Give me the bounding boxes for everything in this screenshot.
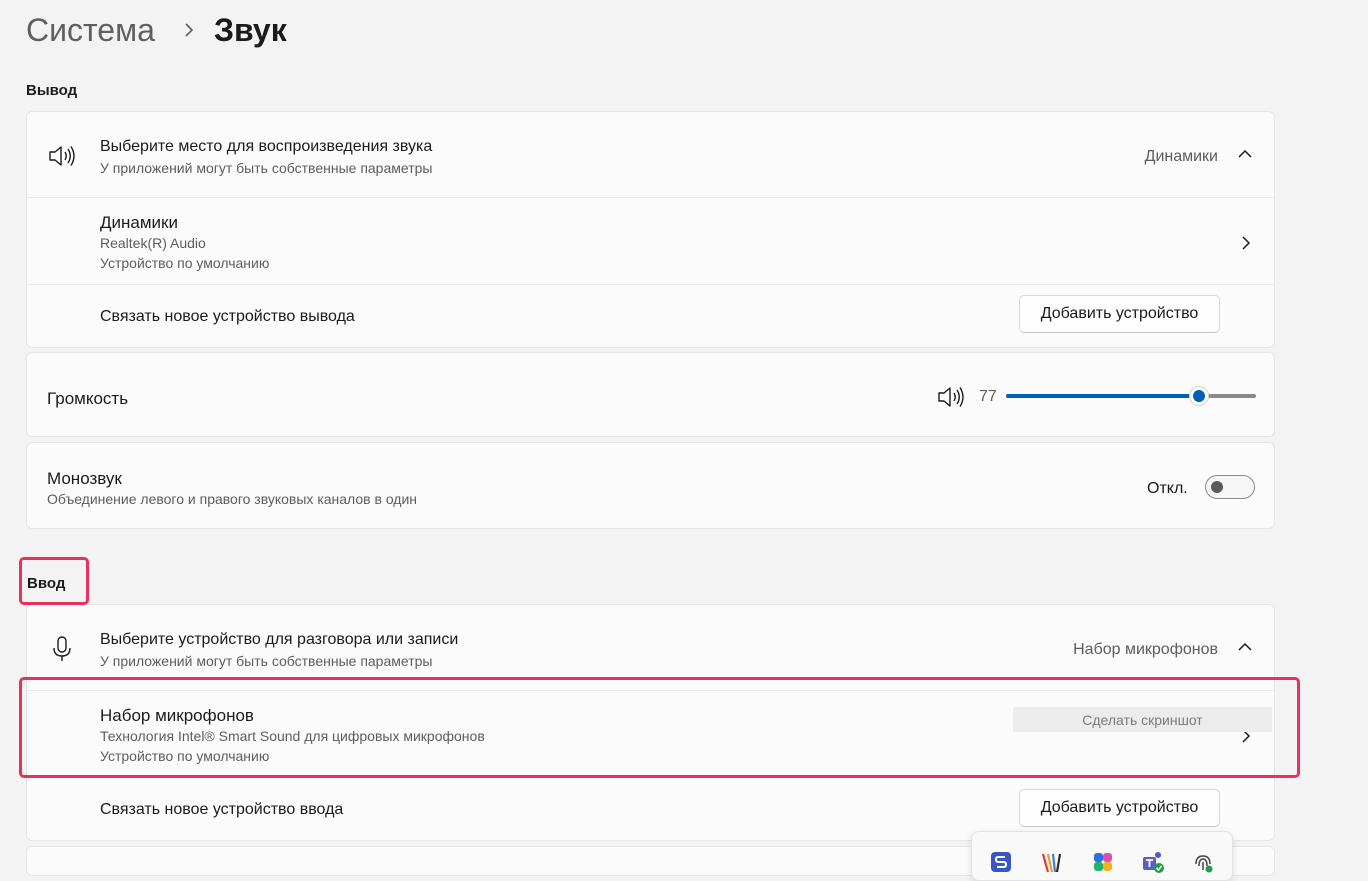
volume-label: Громкость bbox=[47, 389, 129, 408]
mono-toggle[interactable] bbox=[1205, 475, 1255, 499]
output-pair-row: Связать новое устройство вывода Добавить… bbox=[27, 285, 1274, 348]
output-choose-title: Выберите место для воспроизведения звука bbox=[100, 138, 433, 155]
mono-subtitle: Объединение левого и правого звуковых ка… bbox=[47, 491, 418, 507]
output-selected-device: Динамики bbox=[1144, 148, 1218, 165]
volume-card: Громкость 77 bbox=[26, 352, 1275, 437]
output-choose-subtitle: У приложений могут быть собственные пара… bbox=[100, 160, 433, 176]
chevron-up-icon[interactable] bbox=[1236, 147, 1254, 161]
chevron-right-icon bbox=[185, 23, 194, 37]
highlight-input-title bbox=[19, 557, 89, 605]
mono-card: Монозвук Объединение левого и правого зв… bbox=[26, 442, 1275, 529]
snipping-tool-icon[interactable] bbox=[989, 850, 1013, 874]
volume-slider-thumb[interactable] bbox=[1189, 386, 1209, 406]
chevron-up-icon[interactable] bbox=[1236, 640, 1254, 654]
volume-slider[interactable] bbox=[1006, 386, 1256, 406]
teams-icon[interactable] bbox=[1141, 850, 1165, 874]
output-pair-label: Связать новое устройство вывода bbox=[100, 308, 355, 325]
add-output-device-button[interactable]: Добавить устройство bbox=[1019, 295, 1220, 333]
add-input-device-button[interactable]: Добавить устройство bbox=[1019, 789, 1220, 827]
tray-flyout bbox=[971, 831, 1233, 881]
copilot-icon[interactable] bbox=[1091, 850, 1115, 874]
speaker-icon bbox=[49, 146, 75, 166]
input-pair-label: Связать новое устройство ввода bbox=[100, 801, 344, 818]
highlight-input-device bbox=[19, 677, 1300, 778]
output-device-driver: Realtek(R) Audio bbox=[100, 235, 206, 251]
mono-title: Монозвук bbox=[47, 469, 122, 488]
chevron-right-icon bbox=[1242, 236, 1251, 250]
output-choose-row[interactable]: Выберите место для воспроизведения звука… bbox=[27, 112, 1274, 197]
microphone-icon bbox=[53, 636, 71, 661]
breadcrumb-parent[interactable]: Система bbox=[26, 12, 155, 49]
page-title: Звук bbox=[214, 12, 287, 48]
speaker-volume-icon[interactable] bbox=[937, 385, 965, 409]
output-device-name: Динамики bbox=[100, 213, 178, 232]
output-section-title: Вывод bbox=[26, 82, 78, 99]
volume-slider-fill bbox=[1006, 394, 1199, 398]
input-choose-subtitle: У приложений могут быть собственные пара… bbox=[100, 653, 433, 669]
output-card: Выберите место для воспроизведения звука… bbox=[26, 111, 1275, 348]
input-selected-device: Набор микрофонов bbox=[1073, 641, 1218, 658]
input-choose-title: Выберите устройство для разговора или за… bbox=[100, 631, 459, 648]
mono-state-label: Откл. bbox=[1147, 480, 1188, 497]
fingerprint-icon[interactable] bbox=[1191, 850, 1215, 874]
output-device-status: Устройство по умолчанию bbox=[100, 255, 270, 271]
volume-value: 77 bbox=[979, 388, 997, 405]
toggle-knob bbox=[1211, 481, 1223, 493]
output-device-row[interactable]: Динамики Realtek(R) Audio Устройство по … bbox=[27, 198, 1274, 284]
colorful-app-icon[interactable] bbox=[1040, 850, 1064, 874]
